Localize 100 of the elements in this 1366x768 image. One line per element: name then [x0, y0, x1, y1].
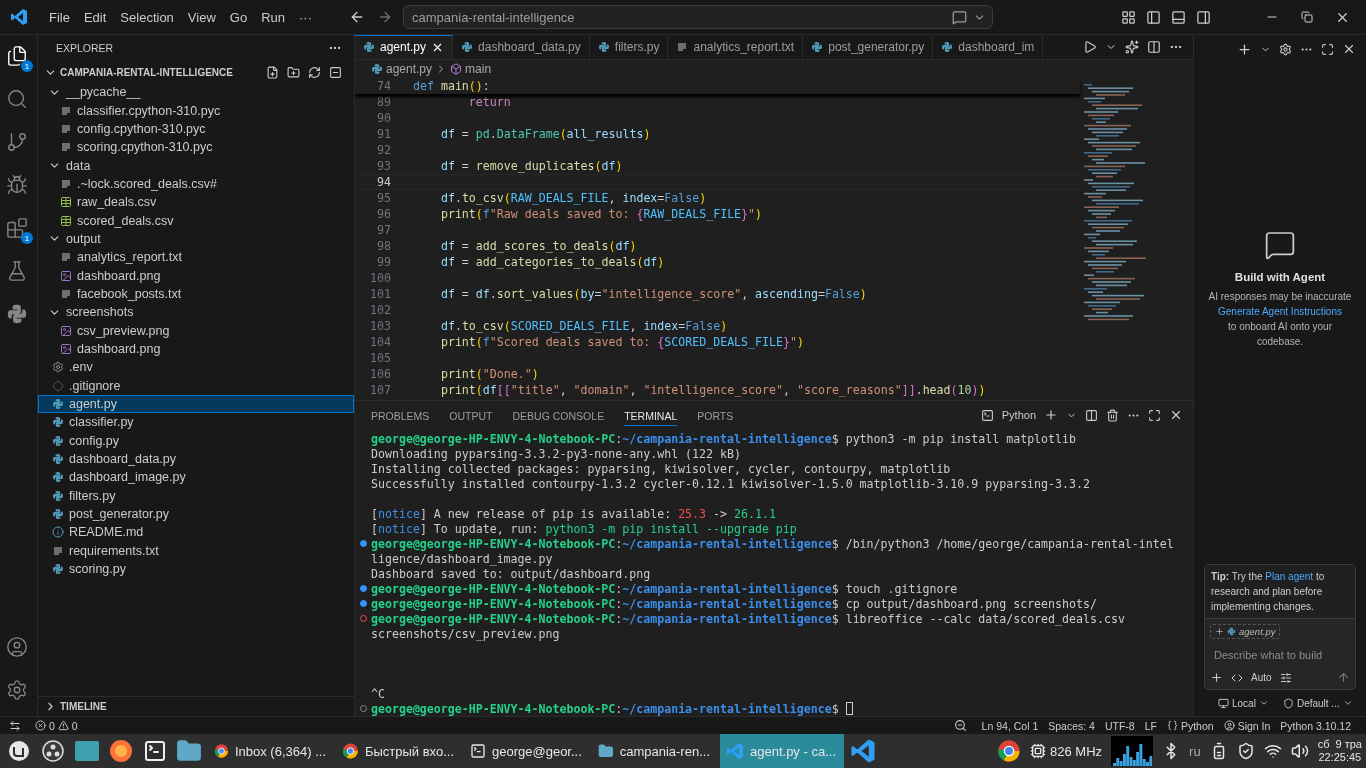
fox-browser-icon[interactable]	[109, 739, 133, 763]
forward-icon[interactable]	[377, 9, 393, 25]
wifi-icon[interactable]	[1263, 742, 1282, 760]
menu-item[interactable]: ···	[292, 6, 319, 28]
menu-item[interactable]: Run	[254, 6, 292, 28]
collapse-icon[interactable]	[329, 65, 342, 79]
file-row[interactable]: classifier.cpython-310.pyc	[38, 101, 354, 120]
terminal-name[interactable]: Python	[1001, 409, 1036, 421]
terminal-icon[interactable]	[143, 739, 167, 763]
maximize-icon[interactable]	[1148, 408, 1161, 422]
taskbar-window[interactable]: campania-ren...	[592, 734, 716, 768]
close-icon[interactable]	[1342, 42, 1356, 56]
panel-tab[interactable]: PROBLEMS	[371, 404, 430, 426]
activity-item[interactable]: 1	[4, 43, 33, 72]
add-icon[interactable]	[1210, 671, 1223, 684]
browser-icon[interactable]	[997, 739, 1022, 763]
layout-icon[interactable]	[1121, 9, 1136, 25]
file-row[interactable]: dashboard.png	[38, 339, 354, 359]
status-item[interactable]: Ln 94, Col 1	[976, 719, 1044, 732]
approval-picker[interactable]: Default ...	[1282, 697, 1353, 709]
file-row[interactable]: analytics_report.txt	[38, 248, 354, 267]
folder-row[interactable]: data	[38, 156, 354, 175]
status-item[interactable]: Spaces: 4	[1043, 719, 1100, 732]
split-icon[interactable]	[1085, 408, 1098, 422]
file-row[interactable]: agent.py	[38, 394, 354, 414]
file-row[interactable]: post_generator.py	[38, 504, 354, 524]
panel-tab[interactable]: PORTS	[697, 404, 734, 426]
recorder-icon[interactable]	[42, 740, 64, 762]
activity-item[interactable]: 1	[4, 215, 33, 244]
status-item[interactable]: LF	[1139, 719, 1162, 732]
panel-bottom-icon[interactable]	[1171, 9, 1186, 25]
file-row[interactable]: config.cpython-310.pyc	[38, 119, 354, 139]
panel-left-icon[interactable]	[1146, 9, 1161, 25]
new-folder-icon[interactable]	[287, 65, 300, 79]
file-row[interactable]: .gitignore	[38, 376, 354, 395]
file-row[interactable]: dashboard_image.py	[38, 468, 354, 487]
remote-icon[interactable]	[9, 719, 21, 732]
menu-item[interactable]: Edit	[76, 6, 114, 28]
project-row[interactable]: CAMPANIA-RENTAL-INTELLIGENCE	[38, 61, 354, 83]
panel-tab[interactable]: DEBUG CONSOLE	[512, 404, 605, 426]
file-row[interactable]: csv_preview.png	[38, 321, 354, 340]
mode-picker[interactable]: Auto	[1251, 672, 1272, 683]
folder-icon[interactable]	[176, 738, 202, 764]
interpreter-button[interactable]: Python 3.10.12	[1275, 719, 1356, 732]
folder-row[interactable]: output	[38, 229, 354, 249]
problems-button[interactable]: 0 0	[30, 719, 83, 732]
close-icon[interactable]	[1169, 408, 1183, 422]
breadcrumb-item[interactable]: main	[465, 61, 492, 76]
file-row[interactable]: dashboard_data.py	[38, 449, 354, 469]
menu-item[interactable]: Selection	[113, 6, 181, 28]
back-icon[interactable]	[349, 9, 365, 25]
sparkle-icon[interactable]	[1125, 39, 1139, 54]
panel-tab[interactable]: OUTPUT	[449, 404, 493, 426]
chat-icon[interactable]	[952, 9, 967, 25]
file-row[interactable]: .~lock.scored_deals.csv#	[38, 174, 354, 194]
sliders-icon[interactable]	[1279, 671, 1292, 684]
panel-right-icon[interactable]	[1196, 9, 1211, 25]
run-icon[interactable]	[1083, 39, 1097, 54]
chat-input-field[interactable]: Describe what to build	[1210, 647, 1350, 663]
file-row[interactable]: filters.py	[38, 486, 354, 505]
file-row[interactable]: README.md	[38, 523, 354, 542]
file-row[interactable]: scoring.py	[38, 559, 354, 579]
file-row[interactable]: dashboard.png	[38, 266, 354, 285]
app-tile-icon[interactable]	[74, 740, 100, 762]
file-row[interactable]: scoring.cpython-310.pyc	[38, 138, 354, 157]
editor-logo-icon[interactable]	[850, 738, 876, 764]
folder-row[interactable]: __pycache__	[38, 83, 354, 102]
command-center-field[interactable]: campania-rental-intelligence	[403, 5, 993, 29]
file-row[interactable]: .env	[38, 358, 354, 377]
editor-tab[interactable]: agent.py	[355, 35, 454, 59]
taskbar-window[interactable]: george@geor...	[464, 734, 588, 768]
status-item[interactable]: UTF-8	[1099, 719, 1140, 732]
file-row[interactable]: scored_deals.csv	[38, 211, 354, 230]
refresh-icon[interactable]	[308, 65, 321, 79]
menu-item[interactable]: Go	[222, 6, 255, 28]
file-row[interactable]: requirements.txt	[38, 541, 354, 560]
file-row[interactable]: facebook_posts.txt	[38, 284, 354, 304]
restore-icon[interactable]	[1301, 11, 1313, 23]
instructions-link[interactable]: Generate Agent Instructions	[1218, 305, 1342, 317]
send-icon[interactable]	[1337, 671, 1350, 684]
folder-row[interactable]: screenshots	[38, 303, 354, 322]
file-row[interactable]: config.py	[38, 431, 354, 450]
plan-agent-link[interactable]: Plan agent	[1265, 571, 1314, 582]
taskbar-window[interactable]: Inbox (6,364) ...	[208, 734, 332, 768]
menu-item[interactable]: File	[42, 6, 77, 28]
zoom-icon[interactable]	[953, 719, 967, 732]
maximize-icon[interactable]	[1321, 42, 1334, 56]
volume-icon[interactable]	[1290, 742, 1309, 760]
trash-icon[interactable]	[1106, 408, 1119, 422]
menu-item[interactable]: View	[180, 6, 223, 28]
shield-icon[interactable]	[1236, 742, 1255, 760]
attachment-chip[interactable]: agent.py	[1210, 624, 1281, 639]
location-picker[interactable]: Local	[1218, 697, 1269, 709]
clock[interactable]: сб 9 тра 22:25:45	[1317, 738, 1362, 764]
language-button[interactable]: Python	[1161, 719, 1219, 732]
new-file-icon[interactable]	[266, 65, 279, 79]
breadcrumb-item[interactable]: agent.py	[386, 61, 433, 76]
panel-tab[interactable]: TERMINAL	[624, 404, 678, 426]
split-icon[interactable]	[1147, 39, 1161, 54]
keyboard-layout[interactable]: ru	[1189, 743, 1201, 759]
